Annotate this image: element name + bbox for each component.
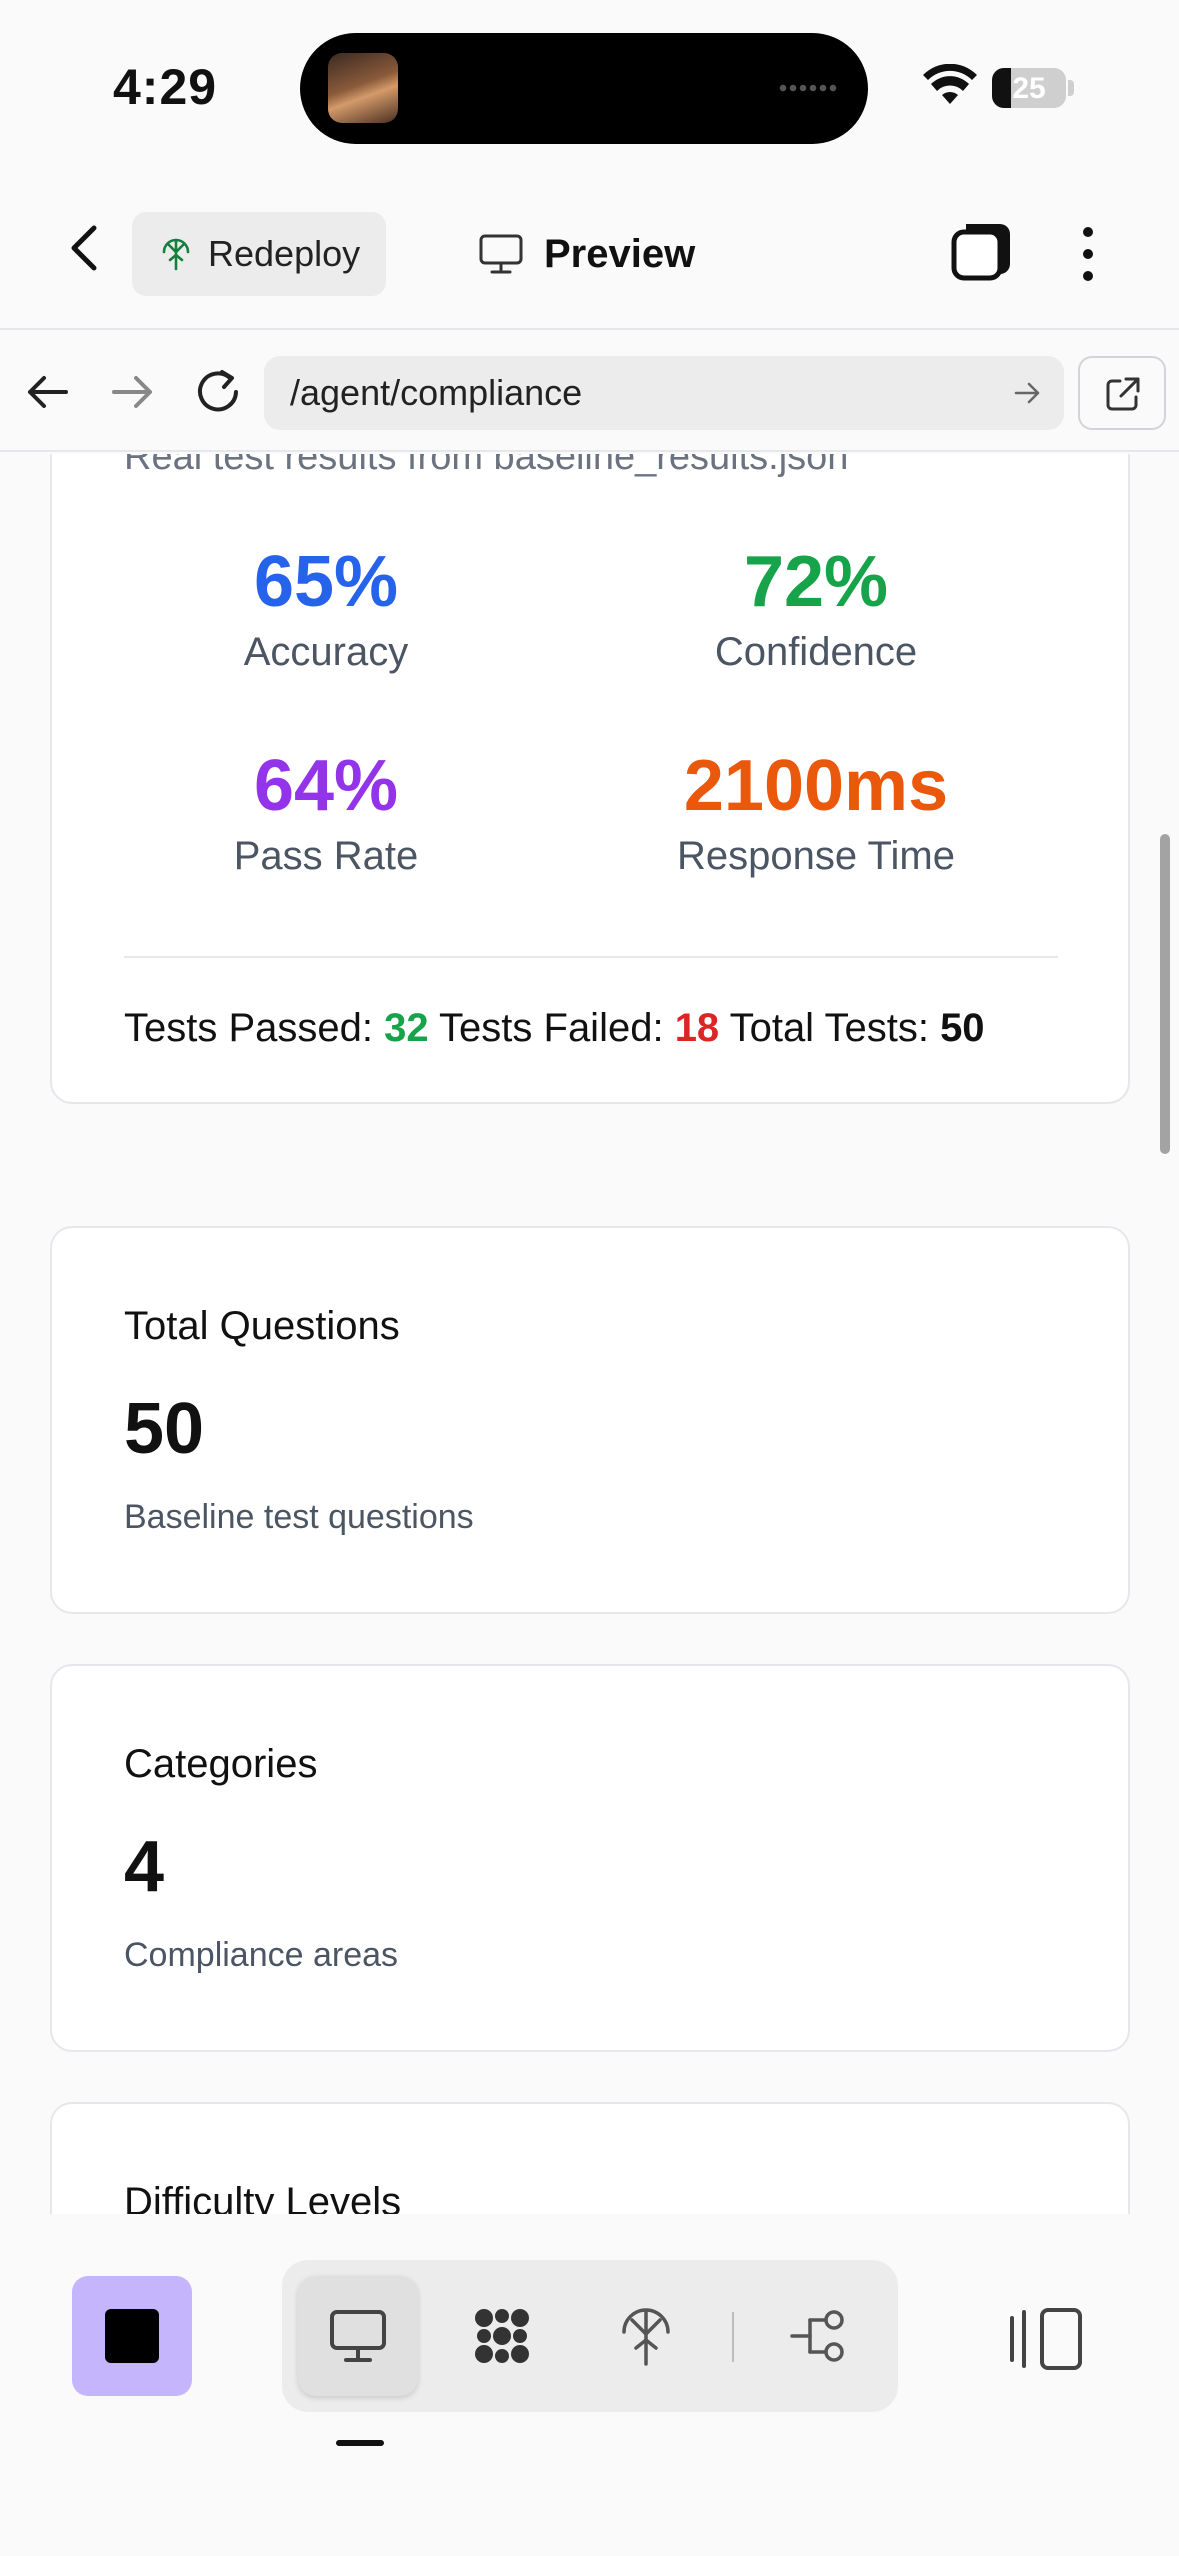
metric-value: 64% (253, 746, 399, 826)
dynamic-island (300, 33, 868, 144)
tests-failed-count: 18 (674, 1006, 720, 1050)
open-external-button[interactable] (1078, 356, 1166, 430)
more-vertical-icon[interactable] (1068, 222, 1108, 286)
card-subtitle: Compliance areas (124, 1936, 399, 1974)
card-value: 4 (124, 1827, 165, 1907)
metric-value: 2100ms (683, 746, 949, 826)
categories-card: Categories 4 Compliance areas (50, 1664, 1130, 2052)
chevron-left-icon[interactable] (56, 218, 116, 278)
status-bar: 4:29 25 (0, 0, 1179, 170)
url-text: /agent/compliance (290, 372, 583, 413)
test-results-card: Real test results from baseline_results.… (50, 454, 1130, 1104)
battery-level: 25 (1012, 72, 1046, 105)
status-time: 4:29 (113, 59, 218, 115)
total-tests-count: 50 (940, 1006, 985, 1050)
stop-button[interactable] (72, 2276, 192, 2396)
redeploy-button[interactable]: Redeploy (132, 212, 386, 296)
app-header: Redeploy Preview (0, 170, 1179, 330)
metric-label: Accuracy (243, 630, 409, 674)
total-tests-label: Total Tests: (729, 1006, 929, 1050)
antenna-icon (622, 2308, 670, 2366)
view-switcher (282, 2260, 898, 2412)
metric-label: Response Time (677, 834, 955, 878)
metric-value: 65% (253, 542, 399, 622)
preview-tab[interactable]: Preview (478, 222, 695, 286)
reload-icon[interactable] (190, 364, 246, 420)
card-subtitle: Baseline test questions (124, 1498, 474, 1536)
url-field[interactable]: /agent/compliance (264, 356, 1064, 430)
arrow-left-icon[interactable] (22, 366, 74, 418)
antenna-icon (162, 238, 190, 271)
home-indicator (336, 2440, 384, 2446)
deploy-view-button[interactable] (586, 2276, 706, 2396)
metric-response-time: 2100ms Response Time (596, 744, 1036, 879)
redeploy-label: Redeploy (208, 233, 361, 274)
browser-bar: /agent/compliance (0, 332, 1179, 452)
metric-pass-rate: 64% Pass Rate (106, 744, 546, 879)
toolbar-divider (732, 2312, 734, 2362)
divider (124, 956, 1058, 958)
wifi-icon (923, 64, 977, 104)
share-icon (790, 2310, 844, 2362)
card-title: Total Questions (124, 1304, 400, 1348)
stop-icon (105, 2309, 159, 2363)
battery-icon: 25 (992, 68, 1066, 108)
tests-passed-label: Tests Passed: (124, 1006, 374, 1050)
battery-nub (1068, 80, 1074, 96)
metric-value: 72% (743, 542, 889, 622)
results-subtitle: Real test results from baseline_results.… (124, 454, 849, 478)
bottom-toolbar (0, 2214, 1179, 2556)
scrollbar[interactable] (1160, 834, 1170, 1154)
now-playing-artwork (328, 53, 398, 123)
page-content[interactable]: Real test results from baseline_results.… (0, 454, 1179, 2214)
card-value: 50 (124, 1389, 205, 1469)
panel-icon[interactable] (1008, 2306, 1084, 2372)
share-view-button[interactable] (758, 2276, 878, 2396)
card-title: Difficulty Levels (124, 2180, 402, 2214)
monitor-icon (330, 2310, 386, 2362)
card-title: Categories (124, 1742, 318, 1786)
tests-failed-label: Tests Failed: (439, 1006, 664, 1050)
monitor-icon (479, 234, 523, 274)
preview-label: Preview (544, 231, 696, 276)
grid-icon (475, 2309, 529, 2363)
workflow-view-button[interactable] (442, 2276, 562, 2396)
waveform-icon (778, 83, 838, 93)
total-questions-card: Total Questions 50 Baseline test questio… (50, 1226, 1130, 1614)
metric-label: Pass Rate (233, 834, 419, 878)
difficulty-levels-card: Difficulty Levels (50, 2102, 1130, 2214)
metric-label: Confidence (714, 630, 918, 674)
metric-accuracy: 65% Accuracy (106, 540, 546, 675)
metric-confidence: 72% Confidence (596, 540, 1036, 675)
tests-passed-count: 32 (384, 1006, 429, 1050)
external-link-icon (1106, 377, 1140, 411)
arrow-right-icon[interactable] (1012, 378, 1042, 408)
tabs-icon[interactable] (950, 220, 1014, 284)
tests-summary: Tests Passed: 32 Tests Failed: 18 Total … (124, 1006, 985, 1051)
preview-view-button[interactable] (298, 2276, 418, 2396)
arrow-right-icon[interactable] (106, 366, 158, 418)
